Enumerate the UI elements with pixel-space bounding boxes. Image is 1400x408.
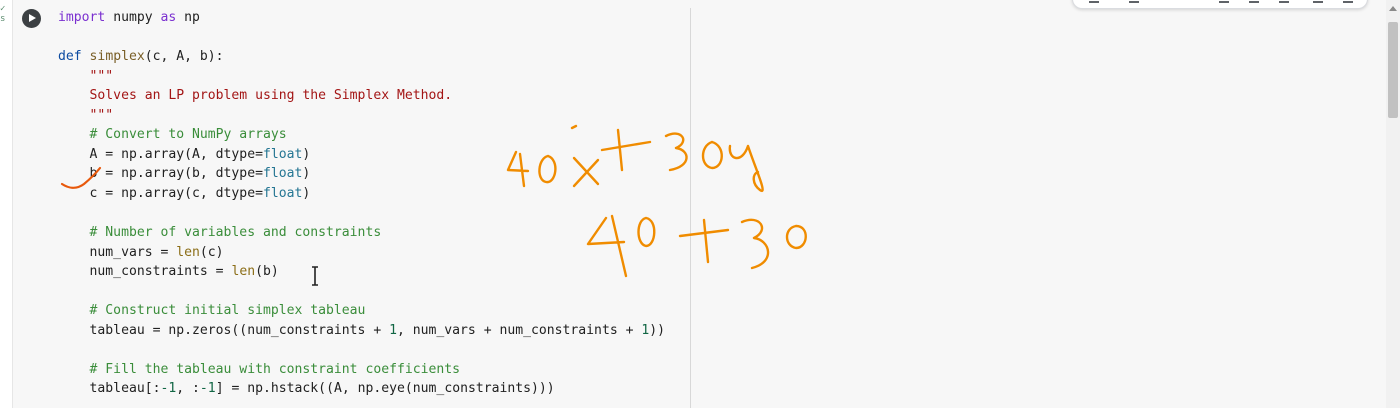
code-token: )	[302, 166, 311, 182]
code-token: simplex	[89, 49, 145, 65]
code-token: )	[302, 185, 311, 201]
code-token: b = np.array(b, dtype=	[58, 166, 263, 182]
code-line[interactable]: """	[58, 67, 665, 87]
code-line[interactable]: num_constraints = len(b)	[58, 262, 665, 282]
code-token: """	[58, 107, 114, 123]
execution-status-mark: ✓ s	[0, 4, 6, 24]
scrollbar-thumb[interactable]	[1388, 22, 1398, 118]
code-token: def	[58, 49, 82, 65]
code-token: """	[58, 68, 114, 84]
code-line[interactable]: A = np.array(A, dtype=float)	[58, 145, 665, 165]
code-token: numpy	[105, 10, 161, 25]
code-token: (c, A, b):	[144, 49, 224, 65]
cell-toolbar[interactable]	[1072, 0, 1368, 9]
code-token: # Fill the tableau with constraint coeff…	[58, 361, 461, 377]
comment-icon[interactable]	[1249, 0, 1259, 3]
code-token: import	[58, 10, 106, 25]
code-line[interactable]: c = np.array(c, dtype=float)	[58, 184, 665, 204]
code-line[interactable]: """	[58, 106, 665, 126]
code-token: len	[176, 244, 200, 260]
code-token: # Convert to NumPy arrays	[58, 127, 287, 143]
code-token: # Construct initial simplex tableau	[58, 303, 366, 319]
code-line[interactable]: Solves an LP problem using the Simplex M…	[58, 86, 665, 106]
code-line[interactable]: # Convert to NumPy arrays	[58, 125, 665, 145]
move-down-icon[interactable]	[1129, 0, 1139, 3]
code-token: len	[231, 264, 256, 280]
code-line[interactable]	[58, 28, 665, 48]
scroll-up-arrow-icon[interactable]	[1389, 6, 1397, 11]
code-line[interactable]	[58, 340, 665, 360]
text-cursor-icon	[312, 266, 318, 286]
code-token: -1	[199, 381, 216, 397]
code-line[interactable]: # Fill the tableau with constraint coeff…	[58, 360, 665, 380]
code-token: )	[302, 146, 311, 162]
code-token: num_constraints =	[58, 264, 232, 280]
code-token: tableau = np.zeros((num_constraints +	[58, 322, 390, 338]
code-token: A = np.array(A, dtype=	[58, 146, 263, 162]
code-line[interactable]: def simplex(c, A, b):	[58, 47, 665, 67]
code-line[interactable]	[58, 282, 665, 302]
move-up-icon[interactable]	[1089, 0, 1099, 3]
code-token: tableau[:	[58, 381, 161, 397]
code-token: , num_vars + num_constraints +	[396, 322, 642, 338]
code-line[interactable]: b = np.array(b, dtype=float)	[58, 164, 665, 184]
code-token: (b)	[255, 264, 279, 280]
code-token: as	[160, 10, 177, 25]
code-line[interactable]: # Construct initial simplex tableau	[58, 301, 665, 321]
code-line[interactable]	[58, 203, 665, 223]
run-cell-button[interactable]	[22, 9, 41, 28]
code-token: float	[262, 166, 303, 182]
code-token: 1	[389, 322, 397, 338]
code-token: , :	[176, 381, 200, 397]
code-token: np	[176, 10, 200, 25]
settings-icon[interactable]	[1279, 0, 1289, 3]
left-gutter: ✓ s	[0, 0, 12, 408]
code-token: -1	[160, 381, 177, 397]
code-token: # Number of variables and constraints	[58, 225, 382, 241]
code-token: float	[262, 146, 303, 162]
code-token: ))	[649, 322, 666, 338]
code-token: c = np.array(c, dtype=	[58, 185, 263, 201]
code-line[interactable]: num_vars = len(c)	[58, 243, 665, 263]
code-token: float	[262, 185, 303, 201]
play-icon	[29, 14, 36, 22]
vertical-scrollbar[interactable]	[1386, 0, 1400, 408]
delete-icon[interactable]	[1343, 0, 1353, 3]
code-line[interactable]: # Number of variables and constraints	[58, 223, 665, 243]
code-token: ] = np.hstack((A, np.eye(num_constraints…	[215, 381, 555, 397]
code-line[interactable]: tableau = np.zeros((num_constraints + 1,…	[58, 321, 666, 341]
mirror-icon[interactable]	[1313, 0, 1323, 3]
code-token: Solves an LP problem using the Simplex M…	[58, 88, 453, 104]
code-content[interactable]: import numpy as np def simplex(c, A, b):…	[58, 8, 665, 399]
link-icon[interactable]	[1219, 0, 1229, 3]
code-line[interactable]: tableau[:-1, :-1] = np.hstack((A, np.eye…	[58, 379, 665, 399]
line-length-ruler	[690, 8, 691, 408]
code-token: (c)	[199, 244, 224, 260]
code-line[interactable]: import numpy as np	[58, 8, 665, 28]
code-token: num_vars =	[58, 244, 177, 260]
